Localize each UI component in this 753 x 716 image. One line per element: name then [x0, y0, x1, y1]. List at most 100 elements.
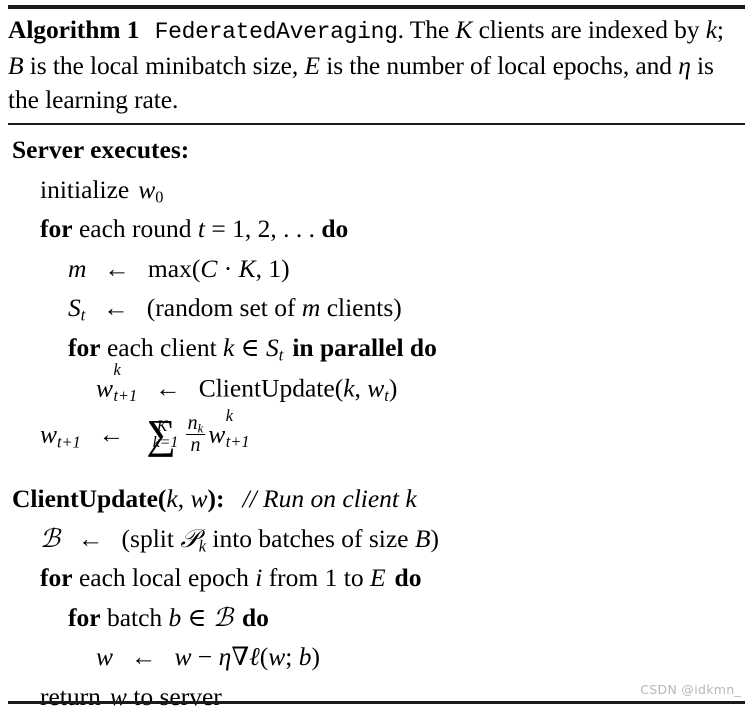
element-of-symbol: ∈: [181, 603, 213, 632]
var-C: C: [200, 254, 217, 283]
line-client-update-heading: ClientUpdate(k, w):// Run on client k: [8, 479, 745, 519]
return-rest-text: to server: [127, 682, 222, 711]
for-round-text: each round: [73, 214, 198, 243]
caption-text-5: is the number of local epochs, and: [320, 51, 678, 80]
calligraphic-B: ℬ: [213, 603, 233, 633]
paren-close: ): [281, 254, 290, 283]
var-S-sub: t: [279, 345, 284, 364]
var-w2: w: [208, 420, 225, 449]
return-keyword: return: [40, 682, 101, 711]
fraction-denominator: n: [186, 434, 206, 456]
initialize-var-sub: 0: [155, 187, 163, 206]
w2-superscript-subscript: kt+1: [226, 408, 250, 441]
var-w: w: [110, 682, 127, 711]
algorithm-caption: Algorithm 1 FederatedAveraging. The K cl…: [8, 13, 745, 117]
fraction-numerator: nk: [186, 413, 206, 434]
comma: ,: [178, 484, 191, 513]
calligraphic-P: 𝒫: [180, 524, 198, 554]
max-function: max: [148, 254, 192, 283]
arg-b: b: [299, 642, 312, 671]
for-batch-text: batch: [101, 603, 169, 632]
dot-operator: ·: [217, 254, 238, 283]
var-w-sub: t+1: [57, 432, 81, 451]
line-S-assign: St ← (random set of m clients): [8, 288, 745, 328]
line-m-assign: m←max(C · K, 1): [8, 249, 745, 289]
caption-text-3: ;: [717, 15, 724, 44]
arg-w: w: [367, 373, 384, 402]
epoch-range-text: from 1 to: [262, 563, 370, 592]
for-client-text: each client: [101, 333, 223, 362]
line-client-update-call: wkt+1←ClientUpdate(k, wt): [8, 367, 745, 413]
param-k: k: [166, 484, 177, 513]
w-superscript-subscript: kt+1: [114, 362, 138, 395]
line-return: returnw to server: [8, 677, 745, 716]
fraction-nk-over-n: nkn: [186, 413, 206, 456]
algorithm-name: FederatedAveraging: [155, 19, 398, 45]
nabla-symbol: ∇: [231, 642, 249, 671]
caption-var-B: B: [8, 51, 23, 80]
split-text-2: into batches of size: [206, 524, 415, 553]
for-keyword: for: [40, 214, 73, 243]
random-set-text-2: clients): [320, 293, 401, 322]
for-keyword: for: [40, 563, 73, 592]
var-S: S: [68, 293, 81, 322]
in-parallel-do-keyword: in parallel do: [292, 333, 437, 362]
caption-text-4: is the local minibatch size,: [23, 51, 304, 80]
algorithm-block: Algorithm 1 FederatedAveraging. The K cl…: [0, 5, 753, 713]
var-eta: η: [219, 642, 232, 671]
caption-var-eta: η: [678, 51, 691, 80]
comma: ,: [355, 373, 368, 402]
var-k: k: [223, 333, 234, 362]
calligraphic-B: ℬ: [40, 524, 60, 554]
var-w: w: [96, 373, 113, 402]
line-aggregate: wt+1←K∑k=1nknwkt+1: [8, 413, 745, 459]
var-B-size: B: [415, 524, 431, 553]
random-set-text-1: (random set of: [147, 293, 302, 322]
var-S: S: [266, 333, 279, 362]
element-of-symbol: ∈: [234, 333, 266, 362]
csdn-watermark: CSDN @idkmn_: [640, 682, 741, 697]
clientupdate-label: ClientUpdate: [12, 484, 158, 513]
initialize-var: w: [138, 175, 155, 204]
line-server-heading: Server executes:: [8, 130, 745, 170]
assign-arrow: ←: [155, 373, 181, 402]
caption-text-1: . The: [398, 15, 456, 44]
paren-open: (: [260, 642, 269, 671]
paren-close: ): [389, 373, 398, 402]
assign-arrow: ←: [103, 293, 129, 322]
rule-bottom: [8, 701, 745, 704]
caption-var-E: E: [304, 51, 319, 80]
caption-var-K: K: [455, 15, 472, 44]
server-executes-label: Server executes:: [12, 135, 189, 164]
arg-one: , 1: [256, 254, 282, 283]
assign-arrow: ←: [99, 420, 125, 449]
var-w2: w: [175, 642, 192, 671]
split-text-1: (split: [122, 524, 181, 553]
var-m: m: [302, 293, 320, 322]
paren-close: ): [430, 524, 439, 553]
line-for-epoch: for each local epoch i from 1 to Edo: [8, 558, 745, 598]
sum-lower-limit: k=1: [153, 423, 179, 463]
round-range: = 1, 2, . . .: [205, 214, 321, 243]
summation-symbol: K∑k=1: [146, 418, 175, 450]
line-for-batch: for batch b ∈ ℬdo: [8, 598, 745, 638]
section-gap: [8, 459, 745, 479]
assign-arrow: ←: [104, 254, 130, 283]
var-w: w: [96, 642, 113, 671]
paren-close-colon: ):: [208, 484, 225, 513]
rule-middle: [8, 123, 745, 125]
line-for-round: for each round t = 1, 2, . . . do: [8, 209, 745, 249]
w-subscript-t1: t+1: [114, 388, 138, 404]
caption-var-k: k: [706, 15, 717, 44]
var-E: E: [370, 563, 386, 592]
script-ell: ℓ: [249, 642, 260, 672]
var-b: b: [169, 603, 182, 632]
minus-operator: −: [192, 642, 219, 671]
param-w: w: [191, 484, 208, 513]
run-on-client-comment: // Run on client k: [243, 484, 417, 513]
var-S-sub: t: [81, 306, 86, 325]
line-batches: ℬ←(split 𝒫k into batches of size B): [8, 519, 745, 559]
for-keyword: for: [68, 333, 101, 362]
rule-top: [8, 5, 745, 9]
w2-superscript-k: k: [226, 408, 250, 424]
